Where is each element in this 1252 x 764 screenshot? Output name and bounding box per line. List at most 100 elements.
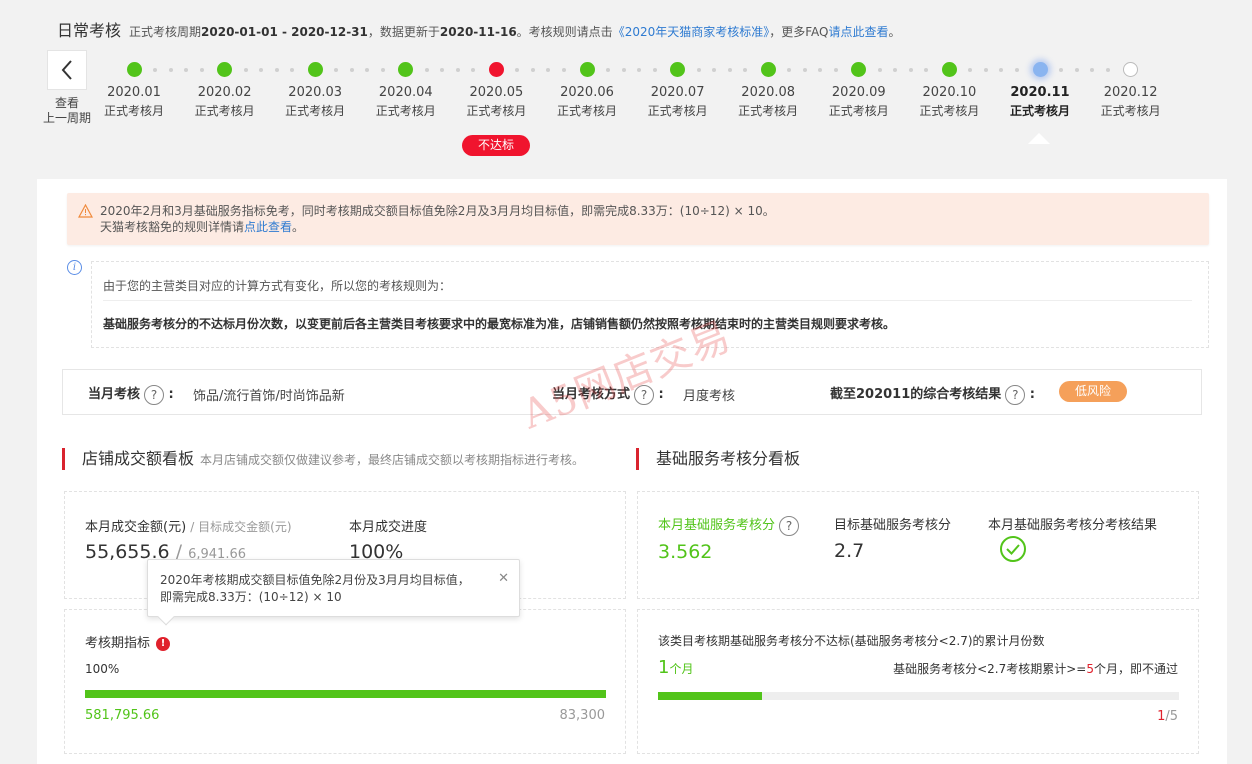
faq-prefix: ，更多FAQ xyxy=(769,25,829,39)
timeline-connector-dot xyxy=(424,68,429,72)
current-pointer xyxy=(1028,133,1050,144)
timeline-dot[interactable] xyxy=(579,62,595,77)
fail-progress-track xyxy=(658,692,1179,700)
timeline-connector-dot xyxy=(1059,68,1063,72)
check-mark-svg xyxy=(1006,544,1020,555)
timeline-month[interactable]: 2020.06 正式考核月 xyxy=(542,83,632,121)
header-row: 日常考核 正式考核周期2020-01-01 - 2020-12-31，数据更新于2… xyxy=(57,17,901,41)
timeline-month-label: 正式考核月 xyxy=(375,104,436,118)
timeline-connector-dot xyxy=(727,68,732,72)
timeline-month-label: 正式考核月 xyxy=(1009,104,1070,118)
fail-rule-prefix: 基础服务考核分<2.7考核期累计>= xyxy=(893,662,1087,676)
sales-title: 店铺成交额看板 xyxy=(82,449,195,468)
timeline-month-date: 2020.12 xyxy=(1103,85,1158,100)
warning-line2-prefix: 天猫考核豁免的规则详情请 xyxy=(100,220,245,234)
info-icon: i xyxy=(67,260,82,275)
timeline-month[interactable]: 2020.12 正式考核月 xyxy=(1086,83,1176,121)
chevron-left-icon xyxy=(61,60,72,80)
timeline-connector-dot xyxy=(893,68,898,72)
exemption-link[interactable]: 点此查看 xyxy=(244,220,292,234)
timeline-month[interactable]: 2020.02 正式考核月 xyxy=(180,83,270,121)
rule-link[interactable]: 《2020年天猫商家考核标准》 xyxy=(613,25,770,39)
timeline-connector-dot xyxy=(153,68,157,72)
timeline-connector-dot xyxy=(652,68,657,72)
timeline-connector-dot xyxy=(168,68,173,72)
timeline-month[interactable]: 2020.07 正式考核月 xyxy=(633,83,723,121)
close-icon[interactable]: ✕ xyxy=(498,570,509,587)
timeline-area: 日常考核 正式考核周期2020-01-01 - 2020-12-31，数据更新于2… xyxy=(37,3,1227,179)
prev-period-line2: 上一周期 xyxy=(42,111,91,125)
timeline-month[interactable]: 2020.10 正式考核月 xyxy=(904,83,994,121)
timeline-connector-dot xyxy=(380,68,385,72)
timeline-connector-dot xyxy=(349,68,354,72)
timeline-month-label: 正式考核月 xyxy=(1100,104,1161,118)
timeline-month-label: 正式考核月 xyxy=(194,104,255,118)
question-icon[interactable]: ? xyxy=(779,515,800,536)
timeline-month-date: 2020.04 xyxy=(378,85,433,100)
tooltip-line1: 2020年考核期成交额目标值免除2月份及3月月均目标值， xyxy=(160,573,470,587)
timeline-dot[interactable] xyxy=(126,62,142,77)
faq-suffix: 。 xyxy=(888,25,901,39)
timeline-month[interactable]: 2020.01 正式考核月 xyxy=(89,83,179,121)
prev-period-line1: 查看 xyxy=(54,96,79,110)
result-label-wrap: 截至202011的综合考核结果? : xyxy=(830,383,1035,405)
timeline-dot[interactable] xyxy=(851,62,867,77)
timeline-month[interactable]: 2020.08 正式考核月 xyxy=(723,83,813,121)
timeline-connector-dot xyxy=(999,68,1004,72)
timeline-month[interactable]: 2020.09 正式考核月 xyxy=(814,83,904,121)
timeline-month-date: 2020.06 xyxy=(560,85,614,100)
fail-pager: 1/5 xyxy=(1157,709,1178,724)
update-date: 2020-11-16 xyxy=(439,25,517,39)
fail-count-desc: 该类目考核期基础服务考核分不达标(基础服务考核分<2.7)的累计月份数 xyxy=(658,634,1045,648)
timeline-connector-dot xyxy=(743,68,748,72)
timeline-connector-dot xyxy=(606,68,610,72)
prev-period-label[interactable]: 查看 上一周期 xyxy=(37,96,97,126)
timeline-month[interactable]: 2020.05 正式考核月 xyxy=(451,83,541,121)
timeline-month[interactable]: 2020.11 正式考核月 xyxy=(995,83,1085,121)
assess-label-wrap: 当月考核? : xyxy=(88,383,174,405)
timeline-dot[interactable] xyxy=(217,62,233,77)
timeline-dot[interactable] xyxy=(760,62,776,77)
result-label: 截至202011的综合考核结果 xyxy=(830,387,1002,402)
timeline-connector-dot xyxy=(274,68,279,72)
timeline-connector-dot xyxy=(561,68,566,72)
score-label: 本月基础服务考核分 xyxy=(658,518,776,533)
timeline-month-label: 正式考核月 xyxy=(828,104,889,118)
timeline-dot[interactable] xyxy=(941,62,957,77)
timeline-dot[interactable] xyxy=(1032,62,1048,77)
period-label: 考核期指标 xyxy=(85,636,151,651)
timeline-dot[interactable] xyxy=(488,62,504,77)
timeline-month[interactable]: 2020.03 正式考核月 xyxy=(270,83,360,121)
timeline-connector-dot xyxy=(712,68,717,72)
pager-total: /5 xyxy=(1165,709,1178,724)
timeline-dot[interactable] xyxy=(398,62,414,77)
fail-badge: 不达标 xyxy=(462,135,530,156)
timeline-dot[interactable] xyxy=(307,62,323,77)
timeline-month-date: 2020.01 xyxy=(107,85,161,100)
timeline-month-date: 2020.11 xyxy=(1010,85,1070,100)
timeline-connector-dot xyxy=(696,68,701,72)
timeline-connector-dot xyxy=(199,68,204,72)
warning-line2: 天猫考核豁免的规则详情请点此查看。 xyxy=(100,219,1209,235)
timeline-dot[interactable] xyxy=(670,62,686,77)
tooltip: 2020年考核期成交额目标值免除2月份及3月月均目标值， 即需完成8.33万：(… xyxy=(147,559,520,626)
timeline-connector-dot xyxy=(802,68,807,72)
timeline-connector-dot xyxy=(621,68,626,72)
question-icon[interactable]: ? xyxy=(144,384,165,405)
amount-label: 本月成交金额(元) xyxy=(85,520,187,535)
timeline-month[interactable]: 2020.04 正式考核月 xyxy=(361,83,451,121)
warning-banner: 2020年2月和3月基础服务指标免考，同时考核期成交额目标值免除2月及3月月均目… xyxy=(67,193,1209,245)
prev-period-button[interactable] xyxy=(47,50,87,90)
question-icon[interactable]: ? xyxy=(1005,384,1026,405)
rule-line2: 基础服务考核分的不达标月份次数，以变更前后各主营类目考核要求中的最宽标准为准，店… xyxy=(103,317,896,331)
fail-rule-suffix: 个月，即不通过 xyxy=(1093,662,1178,676)
warning-icon xyxy=(78,204,93,218)
timeline-connector-dot xyxy=(908,68,913,72)
timeline-connector-dot xyxy=(968,68,973,72)
sales-section-title: 店铺成交额看板 本月店铺成交额仅做建议参考，最终店铺成交额以考核期指标进行考核。 xyxy=(62,448,584,470)
timeline-month-date: 2020.02 xyxy=(197,85,252,100)
alert-icon[interactable]: ! xyxy=(156,636,171,651)
timeline-connector-dot xyxy=(365,68,370,72)
faq-link[interactable]: 请点此查看 xyxy=(828,25,888,39)
timeline-dot[interactable] xyxy=(1123,62,1139,77)
